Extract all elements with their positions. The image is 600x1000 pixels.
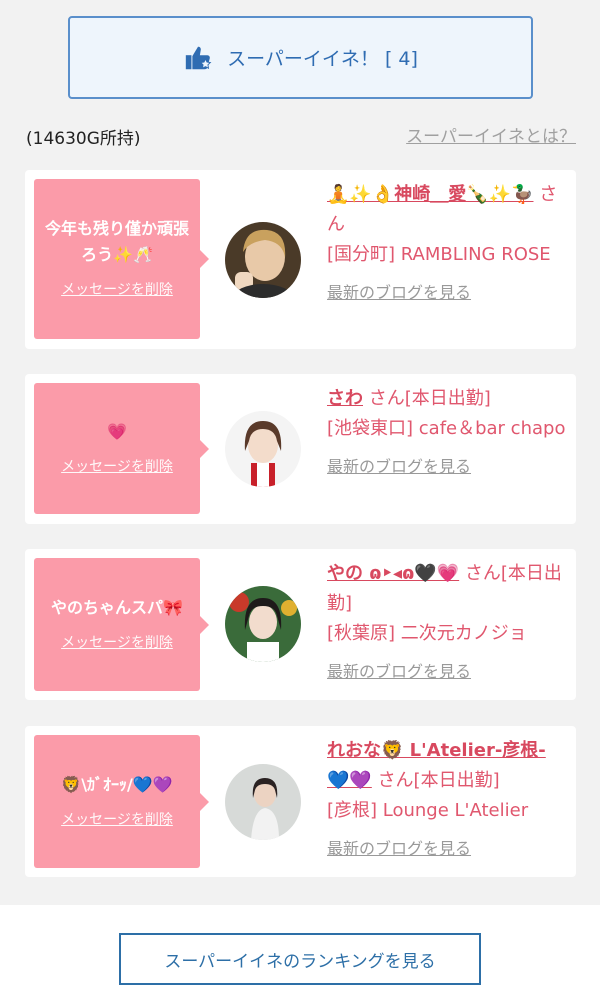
message-text: 今年も残り僅か頑張ろう✨🥂 xyxy=(44,219,189,264)
super-like-section: スーパーイイネ！ [ 4] (14630G所持) スーパーイイネとは？ 今年も残… xyxy=(0,0,600,905)
what-is-super-like-link[interactable]: スーパーイイネとは？ xyxy=(406,122,576,147)
latest-blog-link[interactable]: 最新のブログを見る xyxy=(327,834,567,864)
honorific: さん[本日出勤] xyxy=(377,770,500,791)
shop-link[interactable]: [秋葉原] 二次元カノジョ xyxy=(327,619,567,649)
shop-link[interactable]: [池袋東口] cafe＆bar chapo xyxy=(327,414,567,444)
message-bubble: 💗 メッセージを削除 xyxy=(34,383,209,514)
owned-points: (14630G所持) xyxy=(26,129,141,149)
message-bubble: 今年も残り僅か頑張ろう✨🥂 メッセージを削除 xyxy=(34,179,209,339)
delete-message-link[interactable]: メッセージを削除 xyxy=(61,279,173,301)
latest-blog-link[interactable]: 最新のブログを見る xyxy=(327,657,567,687)
message-card: やのちゃんスパ🎀 メッセージを削除 やの ɷ‣◂ɷ🖤💗 さん[本日出勤] [秋葉… xyxy=(25,549,576,700)
card-info: 🧘✨👌神崎＿愛🍾✨🦆 さん [国分町] RAMBLING ROSE 最新のブログ… xyxy=(327,180,567,308)
footer-section: スーパーイイネのランキングを見る xyxy=(0,905,600,1000)
card-info: さわ さん[本日出勤] [池袋東口] cafe＆bar chapo 最新のブログ… xyxy=(327,384,567,482)
latest-blog-link[interactable]: 最新のブログを見る xyxy=(327,278,567,308)
message-text: 🦁\ｶﾞｵｰｯ/💙💜 xyxy=(61,774,173,794)
delete-message-link[interactable]: メッセージを削除 xyxy=(61,632,173,654)
user-name-link[interactable]: やの ɷ‣◂ɷ🖤💗 xyxy=(327,563,459,584)
message-text: 💗 xyxy=(107,421,127,441)
card-info: れおな🦁 L'Atelier-彦根-💙💜 さん[本日出勤] [彦根] Loung… xyxy=(327,736,567,864)
message-card: 今年も残り僅か頑張ろう✨🥂 メッセージを削除 🧘✨👌神崎＿愛🍾✨🦆 さん [国分… xyxy=(25,170,576,349)
message-card: 💗 メッセージを削除 さわ さん[本日出勤] [池袋東口] cafe＆bar c… xyxy=(25,374,576,524)
latest-blog-link[interactable]: 最新のブログを見る xyxy=(327,452,567,482)
delete-message-link[interactable]: メッセージを削除 xyxy=(61,456,173,478)
message-bubble: やのちゃんスパ🎀 メッセージを削除 xyxy=(34,558,209,691)
shop-link[interactable]: [彦根] Lounge L'Atelier xyxy=(327,796,567,826)
message-bubble: 🦁\ｶﾞｵｰｯ/💙💜 メッセージを削除 xyxy=(34,735,209,868)
user-name-link[interactable]: さわ xyxy=(327,388,363,409)
message-text: やのちゃんスパ🎀 xyxy=(51,597,183,617)
thumbs-up-star-icon xyxy=(185,46,212,69)
honorific: さん[本日出勤] xyxy=(368,388,491,409)
message-card: 🦁\ｶﾞｵｰｯ/💙💜 メッセージを削除 れおな🦁 L'Atelier-彦根-💙💜… xyxy=(25,726,576,877)
card-info: やの ɷ‣◂ɷ🖤💗 さん[本日出勤] [秋葉原] 二次元カノジョ 最新のブログを… xyxy=(327,559,567,687)
super-like-label: スーパーイイネ！ [ 4] xyxy=(227,48,418,70)
shop-link[interactable]: [国分町] RAMBLING ROSE xyxy=(327,240,567,270)
avatar[interactable] xyxy=(225,764,301,840)
super-like-button[interactable]: スーパーイイネ！ [ 4] xyxy=(68,16,533,99)
avatar[interactable] xyxy=(225,411,301,487)
ranking-button[interactable]: スーパーイイネのランキングを見る xyxy=(119,933,481,985)
delete-message-link[interactable]: メッセージを削除 xyxy=(61,809,173,831)
avatar[interactable] xyxy=(225,222,301,298)
avatar[interactable] xyxy=(225,586,301,662)
user-name-link[interactable]: 🧘✨👌神崎＿愛🍾✨🦆 xyxy=(327,184,533,205)
